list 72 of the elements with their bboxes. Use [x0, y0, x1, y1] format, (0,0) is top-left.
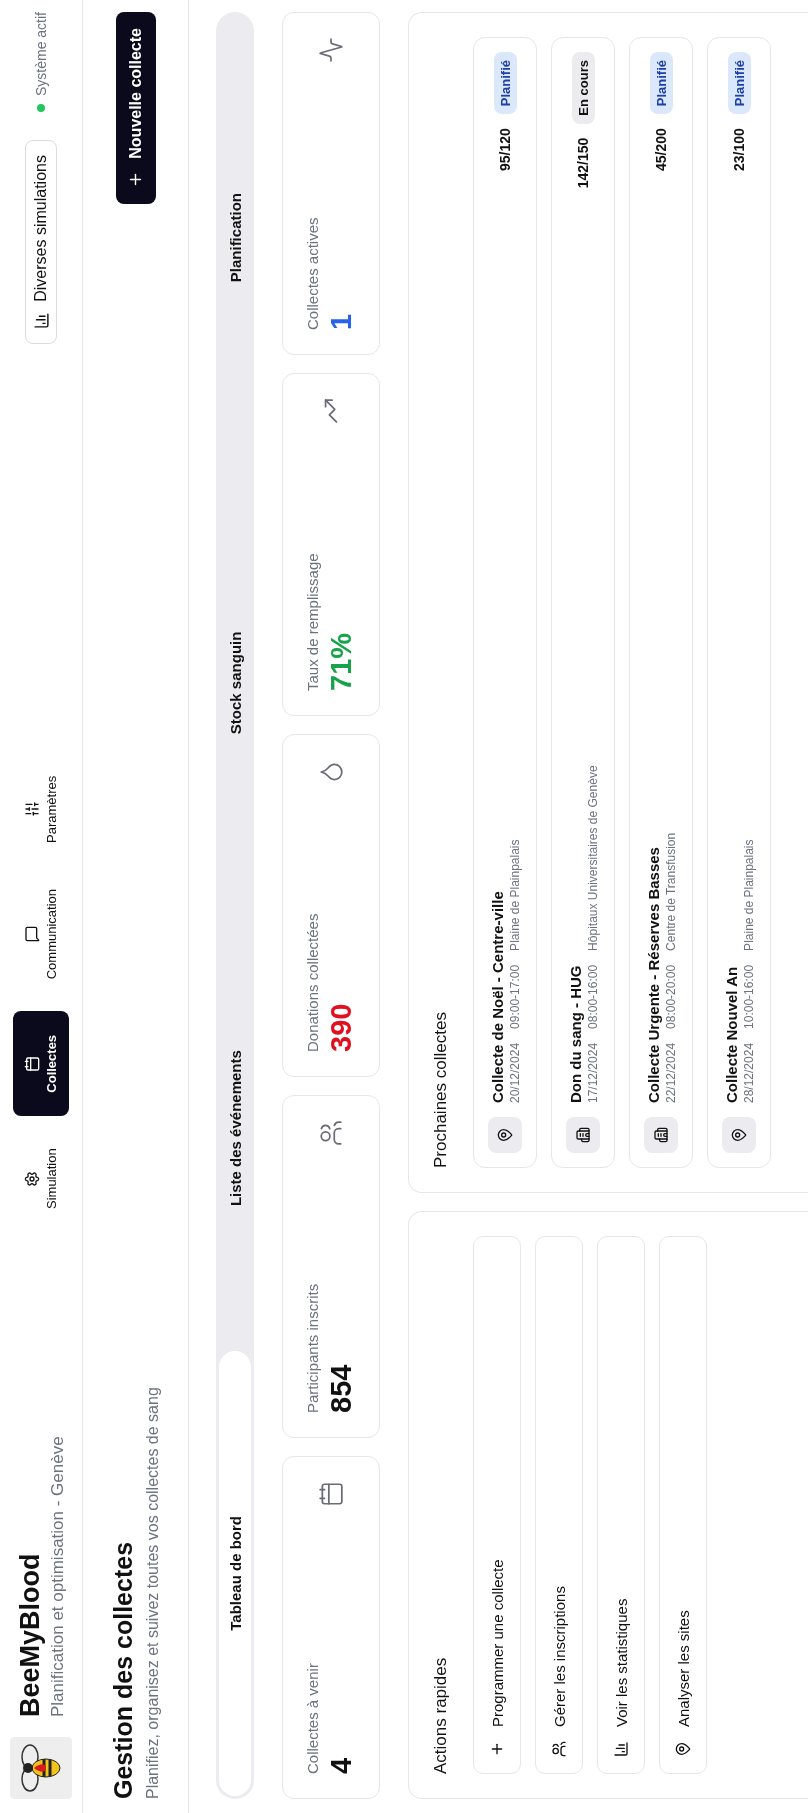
stat-value: 71%	[325, 631, 358, 691]
calendar-icon	[23, 1055, 40, 1072]
event-place: Centre de Transfusion	[663, 832, 678, 951]
participant-count: 23/100	[731, 128, 747, 172]
tab[interactable]: Tableau de bord	[219, 1350, 251, 1796]
panel-title: Prochaines collectes	[431, 1011, 451, 1168]
simulations-button[interactable]: Diverses simulations	[25, 140, 58, 344]
quick-action-button[interactable]: Gérer les inscriptions	[535, 1236, 583, 1774]
building-icon	[653, 1127, 669, 1143]
stat-value: 4	[325, 1756, 358, 1774]
calendar-icon	[318, 1481, 344, 1507]
status-badge: Planifié	[727, 52, 751, 115]
status-badge: Planifié	[649, 52, 673, 115]
quick-action-button[interactable]: Analyser les sites	[659, 1236, 707, 1774]
system-status: Système actif	[33, 12, 50, 97]
bee-logo-drawing	[10, 1737, 73, 1799]
bar-chart-icon	[32, 311, 50, 329]
sliders-icon	[23, 801, 40, 818]
plus-icon	[489, 1741, 505, 1757]
event-time: 08:00-16:00	[585, 964, 600, 1029]
stat-value: 390	[325, 1002, 358, 1052]
event-name: Collecte Urgente - Réserves Basses	[644, 846, 662, 1103]
participant-count: 95/120	[497, 128, 513, 172]
event-place: Plaine de Plainpalais	[507, 839, 522, 951]
bar-chart-icon	[613, 1741, 629, 1757]
panel-title: Actions rapides	[431, 1656, 451, 1774]
event-date: 28/12/2024	[741, 1042, 756, 1103]
tab[interactable]: Liste des événements	[219, 905, 251, 1351]
nav-tab[interactable]: Communication	[13, 874, 70, 994]
app-title: BeeMyBlood	[14, 1552, 46, 1717]
nav-tab[interactable]: Collectes	[13, 1011, 70, 1117]
nav-tab[interactable]: Paramètres	[13, 761, 70, 857]
event-name: Collecte de Noël - Centre-ville	[488, 890, 506, 1103]
event-date: 17/12/2024	[585, 1042, 600, 1103]
app-subtitle: Planification et optimisation - Genève	[47, 1436, 68, 1717]
quick-action-button[interactable]: Programmer une collecte	[473, 1236, 521, 1774]
quick-action-button[interactable]: Voir les statistiques	[597, 1236, 645, 1774]
stat-label: Collectes actives	[304, 217, 321, 330]
building-icon	[575, 1127, 591, 1143]
people-icon	[318, 1120, 344, 1146]
stat-label: Donations collectées	[304, 913, 321, 1052]
map-pin-icon	[731, 1127, 747, 1143]
event-time: 09:00-17:00	[507, 964, 522, 1029]
stat-value: 1	[325, 312, 358, 330]
participant-count: 142/150	[575, 137, 591, 189]
event-time: 10:00-16:00	[741, 964, 756, 1029]
event-place: Plaine de Plainpalais	[741, 839, 756, 951]
settings-icon	[23, 1170, 40, 1187]
page-subtitle: Planifiez, organisez et suivez toutes vos collectes de sang	[144, 1387, 163, 1799]
event-name: Don du sang - HUG	[566, 964, 584, 1103]
status-badge: Planifié	[493, 52, 517, 115]
people-icon	[551, 1741, 567, 1757]
stat-label: Taux de remplissage	[304, 553, 321, 691]
event-name: Collecte Nouvel An	[722, 965, 740, 1103]
stat-label: Collectes à venir	[304, 1663, 321, 1774]
chat-bubble-icon	[23, 926, 40, 943]
status-badge: En cours	[571, 52, 595, 124]
event-place: Hôpitaux Universitaires de Genève	[585, 765, 600, 951]
tab[interactable]: Stock sanguin	[219, 460, 251, 906]
new-collection-button[interactable]: Nouvelle collecte	[115, 12, 156, 204]
stat-label: Participants inscrits	[304, 1283, 321, 1413]
event-time: 08:00-20:00	[663, 964, 678, 1029]
event-date: 20/12/2024	[507, 1042, 522, 1103]
nav-tab[interactable]: Simulation	[13, 1134, 70, 1223]
tab[interactable]: Planification	[219, 15, 251, 461]
map-pin-icon	[675, 1741, 691, 1757]
stat-value: 854	[325, 1363, 358, 1413]
participant-count: 45/200	[653, 128, 669, 172]
map-pin-icon	[497, 1127, 513, 1143]
event-date: 22/12/2024	[663, 1042, 678, 1103]
pulse-icon	[318, 37, 344, 63]
page-title: Gestion des collectes	[109, 1540, 139, 1799]
